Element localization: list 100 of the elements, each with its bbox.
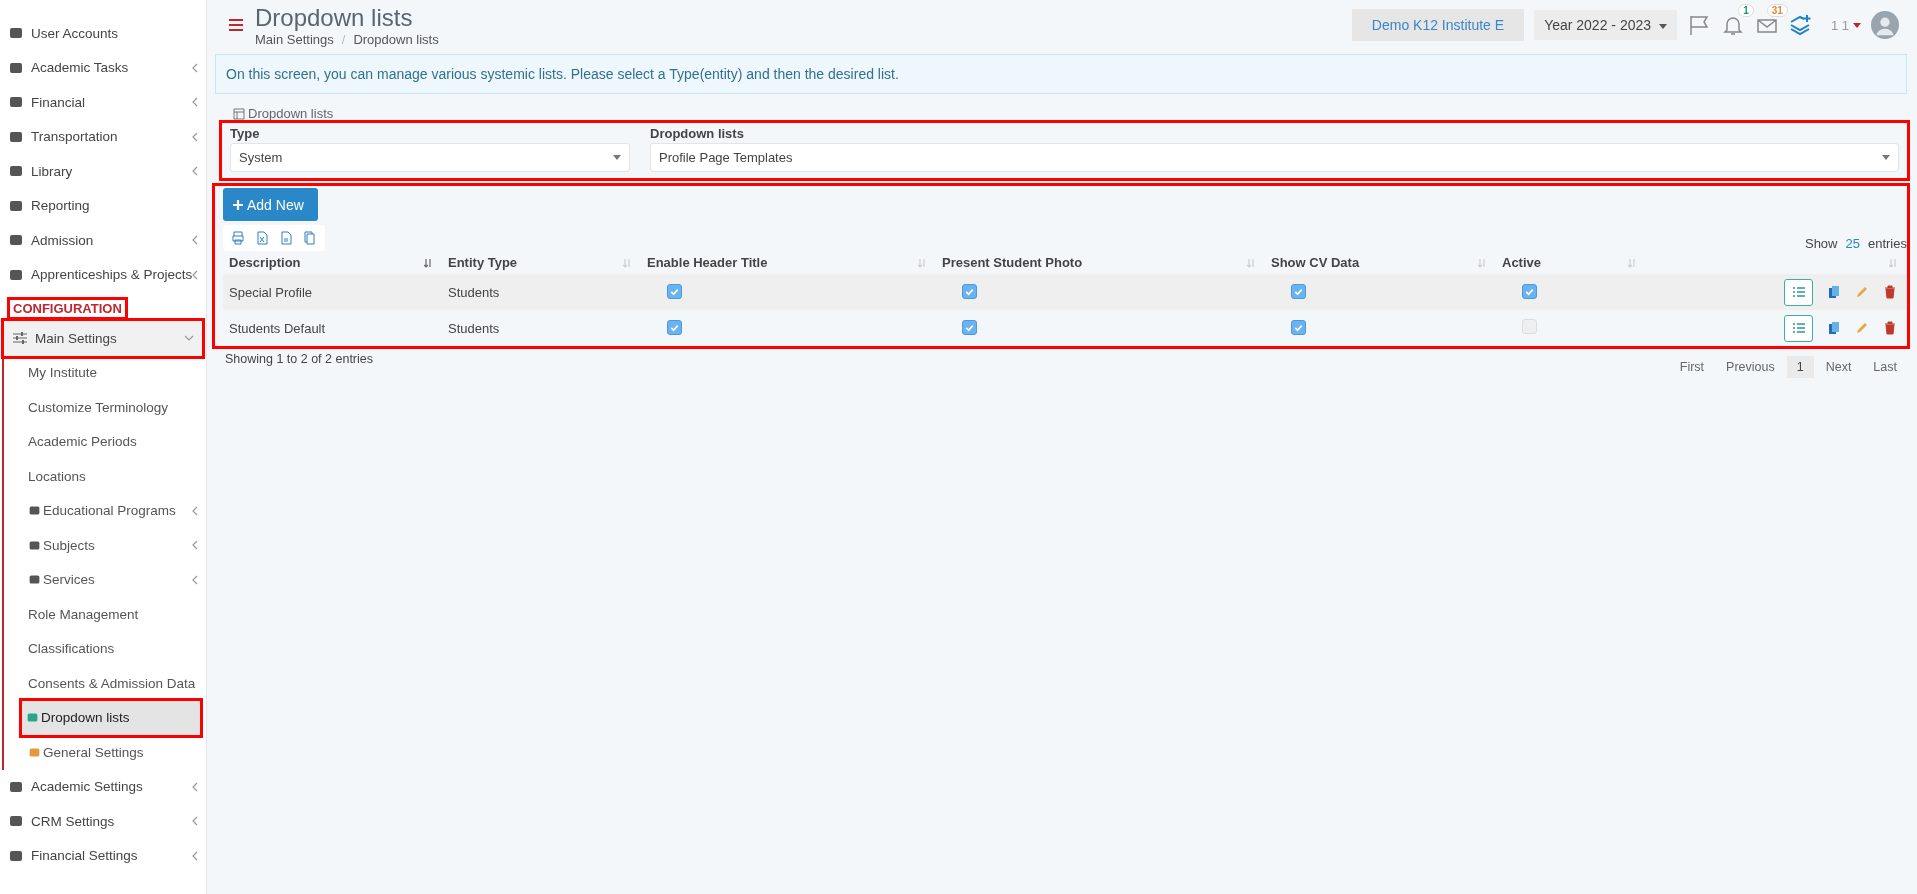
sidebar-item[interactable]: Apprenticeships & Projects: [0, 257, 206, 292]
column-header[interactable]: Description: [229, 255, 301, 270]
sidebar-subitem[interactable]: Subjects: [4, 528, 206, 563]
caret-icon: [1882, 155, 1890, 160]
pagination-button[interactable]: First: [1669, 356, 1715, 378]
page-size-select[interactable]: 25: [1845, 236, 1860, 251]
show-label: Show: [1804, 236, 1838, 251]
table-cell: Special Profile: [229, 284, 313, 300]
pagination-button[interactable]: Last: [1863, 356, 1907, 378]
sidebar-item[interactable]: Reporting: [0, 188, 206, 223]
chevron-left-icon: [192, 816, 198, 827]
column-header[interactable]: Present Student Photo: [942, 255, 1083, 270]
chevron-left-icon: [192, 62, 198, 73]
sidebar-item[interactable]: Admission: [0, 223, 206, 258]
chevron-left-icon: [192, 235, 198, 246]
sidebar-subitem[interactable]: Customize Terminology: [4, 390, 206, 425]
pagination-button[interactable]: 1: [1786, 356, 1814, 378]
select-field[interactable]: System: [230, 143, 630, 172]
chevron-left-icon: [192, 269, 199, 280]
menu-icon[interactable]: [229, 19, 243, 31]
checkbox[interactable]: [667, 284, 682, 299]
checkmark-icon: [669, 322, 680, 333]
excel-file-icon[interactable]: [255, 231, 269, 245]
sidebar-subitem[interactable]: Services: [4, 562, 206, 597]
field-label: Dropdown lists: [650, 126, 745, 141]
year-dropdown[interactable]: Year 2022 - 2023: [1534, 10, 1677, 40]
sidebar-item[interactable]: Academic Settings: [0, 769, 206, 804]
message-count: 31: [1766, 4, 1788, 17]
layers-plus-icon[interactable]: [1788, 13, 1813, 37]
checkbox[interactable]: [1522, 284, 1537, 299]
sidebar-item[interactable]: CRM Settings: [0, 804, 206, 839]
chevron-left-icon: [192, 540, 198, 551]
sidebar-subitem[interactable]: Educational Programs: [4, 493, 206, 528]
checkmark-icon: [1524, 286, 1535, 297]
breadcrumb-item: Dropdown lists: [353, 31, 439, 47]
caret-icon: [1658, 23, 1667, 29]
breadcrumb-item[interactable]: Main Settings: [255, 31, 334, 47]
checkmark-icon: [1293, 322, 1304, 333]
sliders-icon: [12, 330, 28, 347]
sidebar-subitem[interactable]: Dropdown lists: [22, 700, 200, 735]
breadcrumb-separator: /: [341, 31, 346, 47]
column-header[interactable]: Entity Type: [448, 255, 518, 270]
chevron-left-icon: [192, 505, 198, 516]
sidebar-subitem[interactable]: General Settings: [4, 735, 206, 770]
table-cell: Students: [448, 284, 500, 300]
pencil-icon[interactable]: [1855, 285, 1869, 299]
chevron-left-icon: [192, 574, 198, 585]
sort-ascending-icon[interactable]: [424, 257, 432, 268]
pagination-button[interactable]: Next: [1815, 356, 1862, 378]
sidebar-item[interactable]: Financial: [0, 85, 206, 120]
sidebar-item[interactable]: Academic Tasks: [0, 50, 206, 85]
list-button[interactable]: [1784, 278, 1813, 306]
caret-icon[interactable]: [1853, 22, 1861, 28]
trash-icon[interactable]: [1883, 321, 1897, 335]
list-icon: [1791, 322, 1806, 334]
sidebar-subitem[interactable]: My Institute: [4, 355, 206, 390]
add-new-button[interactable]: Add New: [223, 188, 318, 221]
copy-icon[interactable]: [1827, 285, 1841, 299]
print-icon[interactable]: [231, 231, 245, 245]
sidebar-item[interactable]: Transportation: [0, 119, 206, 154]
chevron-left-icon: [192, 781, 198, 792]
field-label: Type: [230, 126, 261, 141]
pencil-icon[interactable]: [1855, 321, 1869, 335]
plus-icon: [233, 199, 243, 210]
checkmark-icon: [669, 286, 680, 297]
sidebar-item[interactable]: Financial Settings: [0, 838, 206, 873]
copy-icon[interactable]: [1827, 321, 1841, 335]
pagination-button[interactable]: Previous: [1716, 356, 1785, 378]
chevron-left-icon: [192, 166, 198, 177]
sidebar-item[interactable]: Library: [0, 154, 206, 189]
table-icon: [233, 107, 245, 120]
pdf-file-icon[interactable]: [279, 231, 293, 245]
caret-icon: [613, 155, 621, 160]
sidebar-subitem[interactable]: Academic Periods: [4, 424, 206, 459]
sidebar-subitem[interactable]: Consents & Admission Data: [4, 666, 206, 701]
table-cell: Students: [448, 320, 500, 336]
checkmark-icon: [964, 286, 975, 297]
select-field[interactable]: Profile Page Templates: [650, 143, 1899, 172]
sidebar-item[interactable]: Main Settings: [4, 321, 202, 356]
avatar[interactable]: [1871, 11, 1899, 39]
checkbox[interactable]: [962, 284, 977, 299]
chevron-left-icon: [192, 131, 198, 142]
list-button[interactable]: [1784, 314, 1813, 342]
checkbox[interactable]: [1291, 284, 1306, 299]
sidebar-subitem[interactable]: Role Management: [4, 597, 206, 632]
checkbox[interactable]: [962, 320, 977, 335]
sidebar-subitem[interactable]: Classifications: [4, 631, 206, 666]
notification-count: 1: [1738, 4, 1754, 17]
column-header[interactable]: Show CV Data: [1271, 255, 1360, 270]
trash-icon[interactable]: [1883, 285, 1897, 299]
table-summary: Showing 1 to 2 of 2 entries: [225, 352, 373, 366]
checkbox[interactable]: [1291, 320, 1306, 335]
column-header[interactable]: Enable Header Title: [647, 255, 768, 270]
sidebar-subitem[interactable]: Locations: [4, 459, 206, 494]
checkbox[interactable]: [667, 320, 682, 335]
panel-legend: Dropdown lists: [248, 106, 334, 121]
sidebar-item[interactable]: User Accounts: [0, 16, 206, 51]
copy-icon[interactable]: [303, 231, 317, 245]
column-header[interactable]: Active: [1502, 255, 1542, 270]
entries-label: entries: [1867, 236, 1907, 251]
